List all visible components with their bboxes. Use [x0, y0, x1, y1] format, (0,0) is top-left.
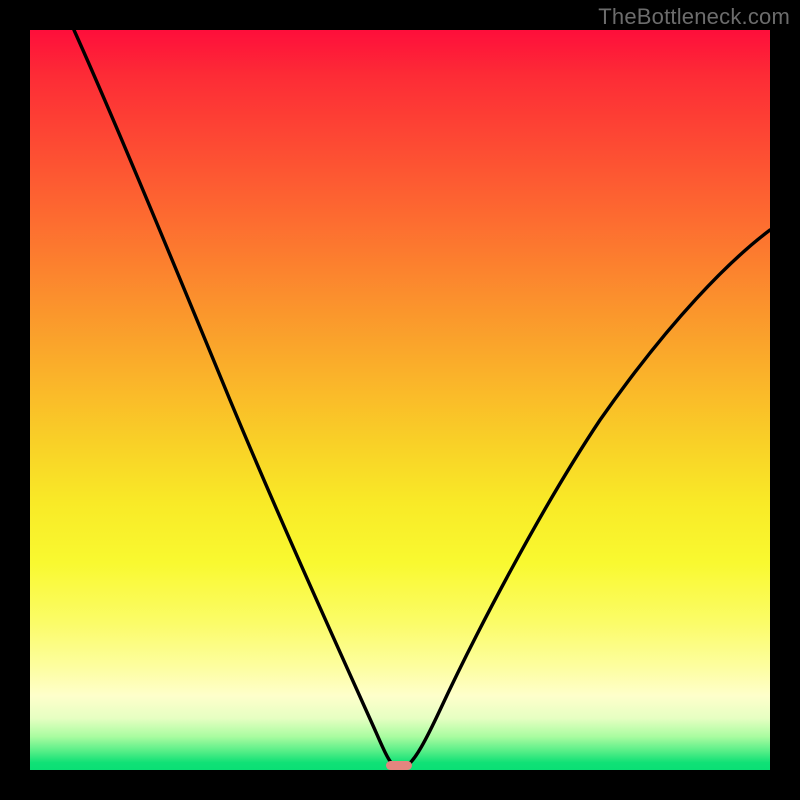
chart-frame: TheBottleneck.com [0, 0, 800, 800]
plot-area [30, 30, 770, 770]
watermark-text: TheBottleneck.com [598, 4, 790, 30]
curve-svg [30, 30, 770, 770]
bottleneck-curve [74, 30, 770, 766]
min-marker [386, 761, 412, 770]
